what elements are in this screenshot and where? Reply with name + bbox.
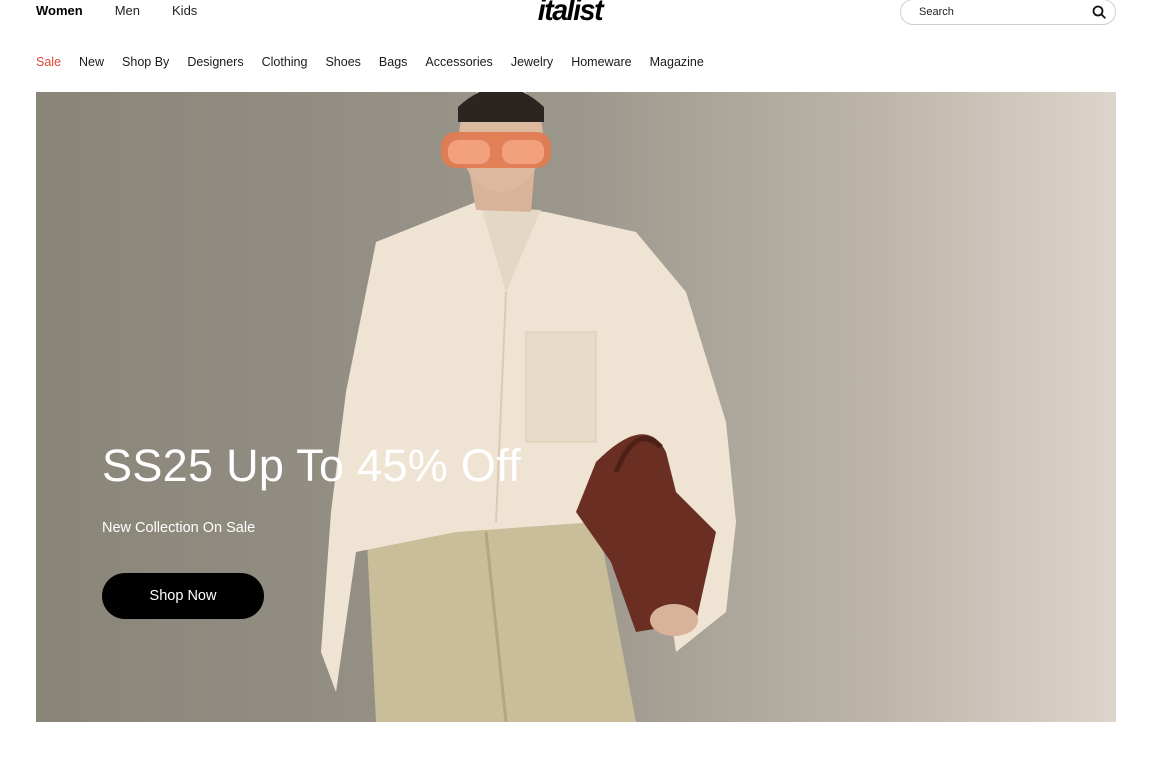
tab-men[interactable]: Men: [115, 3, 140, 18]
gender-tabs: Women Men Kids: [36, 3, 229, 18]
nav-item-magazine[interactable]: Magazine: [650, 55, 704, 69]
hero-subtitle: New Collection On Sale: [102, 520, 256, 536]
nav-item-clothing[interactable]: Clothing: [262, 55, 308, 69]
tab-kids[interactable]: Kids: [172, 3, 197, 18]
tab-women[interactable]: Women: [36, 3, 83, 18]
category-nav: Sale New Shop By Designers Clothing Shoe…: [36, 55, 722, 69]
search-input[interactable]: [919, 6, 1091, 18]
nav-item-homeware[interactable]: Homeware: [571, 55, 631, 69]
search-icon[interactable]: [1091, 4, 1107, 20]
nav-item-bags[interactable]: Bags: [379, 55, 408, 69]
nav-item-accessories[interactable]: Accessories: [425, 55, 492, 69]
hero-banner[interactable]: SS25 Up To 45% Off New Collection On Sal…: [36, 92, 1116, 722]
top-bar: Women Men Kids italist: [0, 0, 1152, 40]
hero-title: SS25 Up To 45% Off: [102, 440, 521, 491]
shop-now-button[interactable]: Shop Now: [102, 573, 264, 619]
nav-item-new[interactable]: New: [79, 55, 104, 69]
hero-model-image: [321, 92, 736, 722]
nav-item-sale[interactable]: Sale: [36, 55, 61, 69]
nav-item-designers[interactable]: Designers: [187, 55, 243, 69]
nav-item-jewelry[interactable]: Jewelry: [511, 55, 553, 69]
nav-item-shop-by[interactable]: Shop By: [122, 55, 169, 69]
search-box: [900, 0, 1116, 25]
nav-item-shoes[interactable]: Shoes: [325, 55, 360, 69]
site-logo[interactable]: italist: [538, 0, 604, 28]
